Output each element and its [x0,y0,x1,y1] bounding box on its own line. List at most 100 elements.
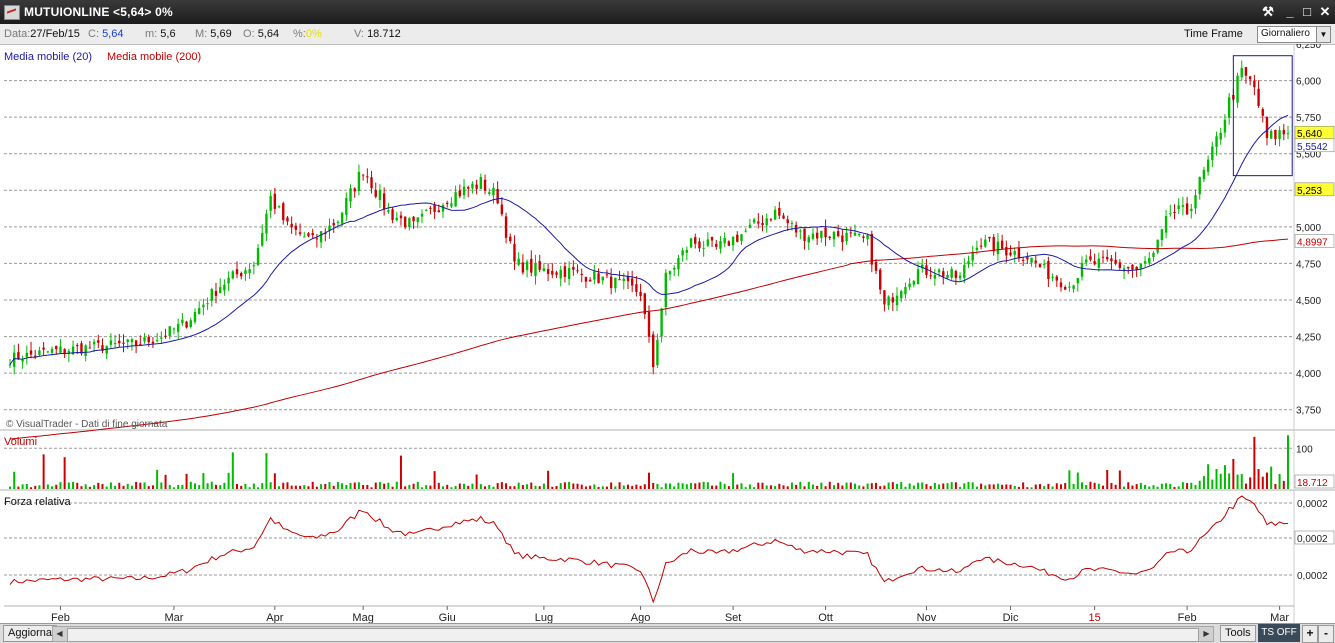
candle-body [727,241,731,246]
volume-bar [795,484,798,489]
volume-bar [67,482,70,489]
volume-bar [837,482,840,489]
candle-body [925,265,928,275]
ts-toggle-button[interactable]: TS OFF [1258,624,1300,642]
chart-area[interactable]: Media mobile (20) Media mobile (200) © Vis… [0,44,1335,623]
candle-body [231,271,235,279]
candle-body [883,290,886,305]
volume-bar [933,482,936,489]
candle-body [366,176,369,178]
x-tick-label: Dic [1003,612,1019,623]
volume-bar [324,483,327,489]
volume-bar [757,482,760,489]
chevron-down-icon[interactable]: ▼ [1316,27,1330,42]
candle-body [584,276,588,282]
candle-body [782,215,785,219]
volume-bar [1160,483,1163,489]
candle-body [1156,239,1159,253]
volume-bar [879,486,882,489]
candle-body [315,238,319,240]
candle-body [1085,259,1088,263]
candle-body [1005,246,1008,256]
volume-bar [559,483,562,489]
tools-icon[interactable]: ⚒ [1259,4,1277,20]
candle-body [454,192,457,207]
watermark: © VisualTrader - Dati di fine giornata [6,419,168,430]
volume-tick-label: 100 [1296,444,1313,455]
candle-body [702,247,705,249]
low-field: m: 5,6 [145,28,176,40]
close-button[interactable]: ✕ [1316,4,1334,20]
candle-body [218,287,222,293]
candle-body [786,219,789,224]
candle-body [84,345,87,356]
volume-bar [942,483,945,489]
volume-bar [395,481,398,489]
rs-line [9,495,1289,604]
minimize-button[interactable]: _ [1281,4,1299,20]
volume-bar [181,484,184,489]
candle-body [1240,67,1243,78]
low-value: 5,6 [160,28,176,40]
volume-bar [1228,473,1231,489]
price-tick-label: 6,000 [1296,77,1321,88]
volume-bar [828,481,831,489]
candle-body [673,267,676,270]
timeframe-select[interactable]: Giornaliero ▼ [1257,26,1331,43]
candle-body [1236,75,1239,103]
volume-bar [610,482,613,489]
candle-body [59,346,62,353]
volume-bar [387,482,390,489]
legend-ma20: Media mobile (20) [4,51,92,63]
tools-button[interactable]: Tools [1220,625,1256,642]
zoom-out-button[interactable]: - [1318,625,1334,643]
volume-bar [399,455,402,489]
volume-bar [664,483,667,489]
volume-bar [1009,484,1012,489]
volume-bar [1102,485,1105,489]
volume-bar [206,483,209,489]
rs-title: Forza relativa [4,496,72,508]
candle-body [244,270,247,275]
scroll-right-icon[interactable]: ▶ [1200,628,1213,640]
volume-bar [328,482,331,489]
volume-bar [774,486,777,489]
x-tick-label: Ago [631,612,651,623]
title-bar: MUTUIONLINE <5,64> 0% ⚒ _ □ ✕ [0,0,1335,24]
date-field: Data:27/Feb/15 [4,28,80,40]
candle-body [118,340,121,344]
refresh-button[interactable]: Aggiorna [3,625,58,642]
candle-body [593,271,596,280]
candle-body [273,193,277,209]
volume-bar [1055,483,1058,489]
scroll-left-icon[interactable]: ◀ [53,628,66,640]
volume-bar [1059,484,1062,489]
volume-bar [139,482,142,489]
zoom-in-button[interactable]: + [1302,625,1318,643]
scrollbar-thumb[interactable] [67,628,1199,642]
volume-bar [1169,483,1172,489]
horizontal-scrollbar[interactable]: ◀ ▶ [52,626,1214,642]
candle-body [933,274,937,279]
volume-bar [1165,483,1168,489]
candle-body [1206,159,1210,172]
candle-body [446,202,449,205]
candle-body [424,209,428,211]
candle-body [399,215,403,219]
volume-bar [332,485,335,489]
open-label: O: [243,28,255,40]
change-value: 0% [305,28,322,40]
rs-tick-label: 0,0002 [1297,534,1328,545]
volume-bar [34,485,37,489]
candle-body [1106,256,1109,260]
volume-bar [429,485,432,489]
maximize-button[interactable]: □ [1298,4,1316,20]
candle-body [1274,130,1277,139]
candle-body [1248,76,1252,80]
candle-body [109,340,113,345]
rs-tick-label: 0,0002 [1297,571,1328,582]
volume-value: 18.712 [367,28,401,40]
volume-bar [883,485,886,489]
volume-bar [1135,484,1138,489]
candle-body [433,204,436,212]
